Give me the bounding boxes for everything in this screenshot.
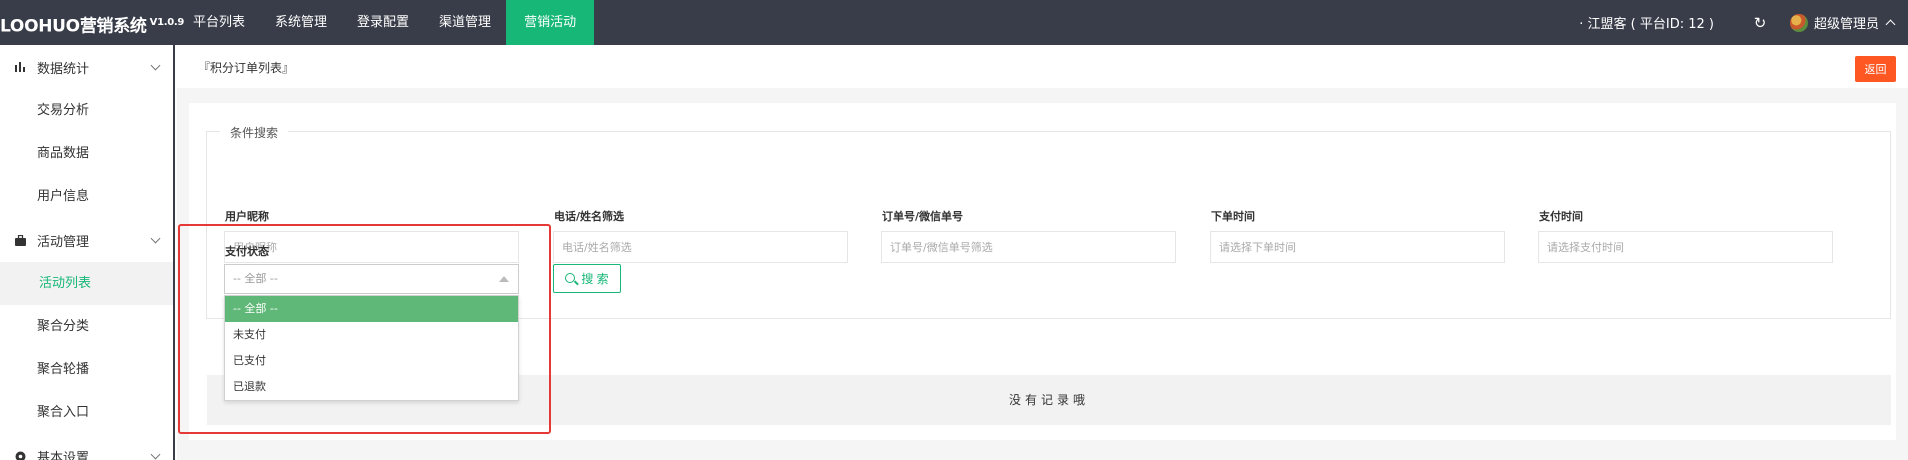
nickname-label: 用户昵称: [225, 210, 269, 223]
pay-status-select[interactable]: -- 全部 --: [224, 264, 519, 294]
sidebar-item-aggregate-entry[interactable]: 聚合入口: [0, 391, 173, 434]
option-paid[interactable]: 已支付: [225, 348, 518, 374]
sidebar-item-trade-analysis[interactable]: 交易分析: [0, 89, 173, 132]
option-unpaid[interactable]: 未支付: [225, 322, 518, 348]
fieldset-legend: 条件搜索: [220, 124, 289, 141]
sidebar-item-aggregate-category[interactable]: 聚合分类: [0, 305, 173, 348]
pay-status-label: 支付状态: [225, 245, 269, 258]
refresh-icon[interactable]: ↻: [1738, 0, 1782, 45]
sidebar-group-label: 数据统计: [37, 61, 90, 77]
phone-name-label: 电话/姓名筛选: [554, 210, 625, 223]
sidebar-group-label: 基本设置: [37, 450, 90, 460]
search-button-label: 搜 索: [581, 272, 609, 286]
sidebar-group-activity-management[interactable]: 活动管理: [0, 218, 173, 262]
chevron-down-icon: [150, 233, 161, 244]
main-content: 『积分订单列表』 返回 条件搜索 用户昵称 电话/姓名筛选 订单号/微信单号 下…: [177, 45, 1908, 460]
sidebar-group-basic-settings[interactable]: 基本设置: [0, 434, 173, 460]
breadcrumb-bar: 『积分订单列表』 返回: [177, 45, 1908, 88]
sidebar-item-user-info[interactable]: 用户信息: [0, 175, 173, 218]
search-button[interactable]: 搜 索: [553, 264, 621, 293]
order-time-input[interactable]: [1210, 231, 1505, 263]
chevron-down-icon: [150, 60, 161, 71]
top-right-area: · 江盟客 ( 平台ID: 12 ) ↻ 超级管理员: [1579, 0, 1908, 45]
phone-name-input[interactable]: [553, 231, 848, 263]
tab-platform-list[interactable]: 平台列表: [178, 0, 260, 45]
sidebar-group-data-stats[interactable]: 数据统计: [0, 45, 173, 89]
top-bar: LOOHUO营销系统 V1.0.9 平台列表 系统管理 登录配置 渠道管理 营销活…: [0, 0, 1908, 45]
pay-time-label: 支付时间: [1539, 210, 1583, 223]
option-all[interactable]: -- 全部 --: [225, 296, 518, 322]
brand-name: LOOHUO营销系统: [0, 16, 147, 37]
tab-login-config[interactable]: 登录配置: [342, 0, 424, 45]
triangle-up-icon: [499, 276, 509, 282]
breadcrumb: 『积分订单列表』: [198, 61, 295, 75]
briefcase-icon: [13, 234, 27, 246]
bar-chart-icon: [13, 62, 27, 72]
brand-logo: LOOHUO营销系统 V1.0.9: [0, 0, 184, 45]
sidebar: 数据统计 交易分析 商品数据 用户信息 活动管理 活动列表 聚合分类 聚合轮播 …: [0, 45, 175, 460]
pay-time-input[interactable]: [1538, 231, 1833, 263]
avatar: [1789, 13, 1808, 32]
sidebar-item-activity-list[interactable]: 活动列表: [0, 262, 173, 305]
top-nav: 平台列表 系统管理 登录配置 渠道管理 营销活动: [178, 0, 595, 45]
pay-status-value: -- 全部 --: [233, 272, 278, 285]
sidebar-group-label: 活动管理: [37, 234, 90, 250]
chevron-down-icon: [150, 449, 161, 460]
back-button[interactable]: 返回: [1855, 56, 1896, 82]
option-refunded[interactable]: 已退款: [225, 374, 518, 400]
tab-marketing-activities[interactable]: 营销活动: [506, 0, 595, 45]
station-info: · 江盟客 ( 平台ID: 12 ): [1579, 17, 1714, 32]
tab-channel-management[interactable]: 渠道管理: [424, 0, 506, 45]
order-time-label: 下单时间: [1211, 210, 1255, 223]
order-no-label: 订单号/微信单号: [882, 210, 964, 223]
search-icon: [565, 272, 576, 283]
user-name: 超级管理员: [1813, 17, 1879, 32]
sidebar-item-product-data[interactable]: 商品数据: [0, 132, 173, 175]
sidebar-item-aggregate-carousel[interactable]: 聚合轮播: [0, 348, 173, 391]
settings-icon: [13, 451, 27, 460]
tab-system-management[interactable]: 系统管理: [260, 0, 342, 45]
search-panel: 条件搜索 用户昵称 电话/姓名筛选 订单号/微信单号 下单时间 支付时间 支付状…: [189, 103, 1896, 440]
chevron-up-icon: [1885, 19, 1896, 30]
pay-status-dropdown: -- 全部 -- 未支付 已支付 已退款: [224, 295, 519, 401]
order-no-input[interactable]: [881, 231, 1176, 263]
user-menu[interactable]: 超级管理员: [1782, 0, 1908, 45]
